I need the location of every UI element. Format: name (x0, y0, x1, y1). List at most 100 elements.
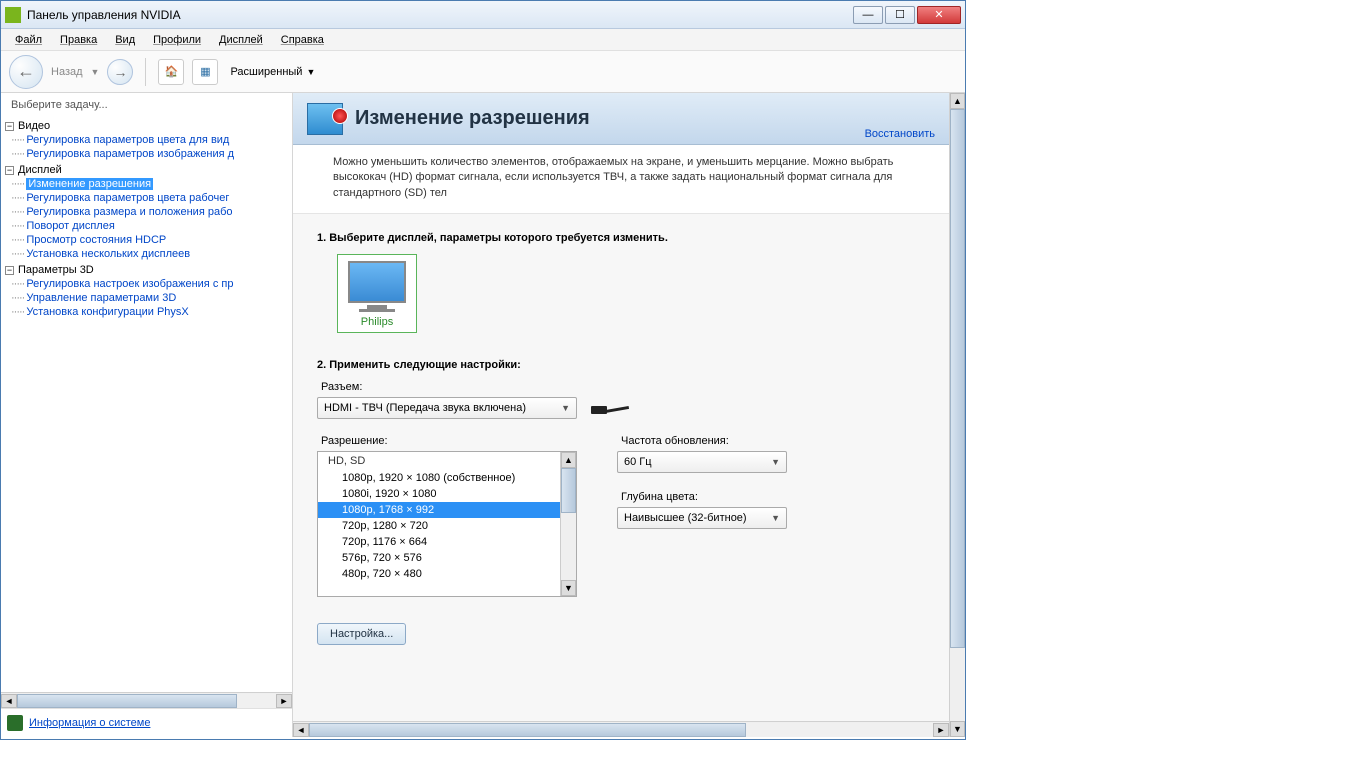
separator (145, 58, 146, 86)
maximize-button[interactable]: ☐ (885, 6, 915, 24)
chevron-down-icon: ▼ (561, 403, 570, 413)
system-info-icon (7, 715, 23, 731)
refresh-value: 60 Гц (624, 456, 652, 468)
home-icon: 🏠 (165, 65, 179, 78)
advanced-label: Расширенный (230, 66, 302, 78)
resolution-option[interactable]: 1080p, 1920 × 1080 (собственное) (318, 470, 560, 486)
scroll-track[interactable] (17, 694, 276, 708)
sidebar-horizontal-scrollbar[interactable]: ◄ ► (1, 692, 292, 708)
scroll-left-icon[interactable]: ◄ (1, 694, 17, 708)
resolution-option[interactable]: 1080i, 1920 × 1080 (318, 486, 560, 502)
refresh-dropdown[interactable]: 60 Гц ▼ (617, 451, 787, 473)
connector-label: Разъем: (321, 381, 929, 393)
menu-edit[interactable]: Правка (52, 32, 105, 48)
refresh-label: Частота обновления: (621, 435, 787, 447)
resolution-option-selected[interactable]: 1080p, 1768 × 992 (318, 502, 560, 518)
back-label: Назад (51, 66, 83, 78)
menu-profiles[interactable]: Профили (145, 32, 209, 48)
tree-item-change-resolution[interactable]: ·····Изменение разрешения (11, 177, 288, 191)
minimize-button[interactable]: — (853, 6, 883, 24)
scroll-track[interactable] (950, 109, 965, 721)
restore-link[interactable]: Восстановить (865, 128, 935, 140)
tree-item[interactable]: ·····Регулировка настроек изображения с … (11, 277, 288, 291)
collapse-icon: − (5, 266, 14, 275)
page-title: Изменение разрешения (355, 107, 590, 130)
tree-category-video[interactable]: − Видео (5, 119, 288, 133)
tree-item[interactable]: ·····Регулировка параметров цвета для ви… (11, 133, 288, 147)
main-panel: Изменение разрешения Восстановить Можно … (293, 93, 965, 737)
main-horizontal-scrollbar[interactable]: ◄ ► (293, 721, 949, 737)
settings-button[interactable]: Настройка... (317, 623, 406, 645)
grid-icon: ▦ (200, 65, 210, 78)
scroll-right-icon[interactable]: ► (933, 723, 949, 737)
main-vertical-scrollbar[interactable]: ▲ ▼ (949, 93, 965, 737)
close-button[interactable]: ✕ (917, 6, 961, 24)
connector-dropdown[interactable]: HDMI - ТВЧ (Передача звука включена) ▼ (317, 397, 577, 419)
sidebar: Выберите задачу... − Видео ·····Регулиро… (1, 93, 293, 737)
connector-value: HDMI - ТВЧ (Передача звука включена) (324, 402, 526, 414)
display-tile[interactable]: Philips (337, 254, 417, 333)
tree-item[interactable]: ·····Регулировка размера и положения раб… (11, 205, 288, 219)
menu-file[interactable]: Файл (7, 32, 50, 48)
scroll-down-icon[interactable]: ▼ (561, 580, 576, 596)
step2-label: 2. Применить следующие настройки: (317, 359, 929, 371)
resolution-group: HD, SD (318, 452, 560, 470)
category-label: Параметры 3D (18, 264, 94, 276)
menu-help[interactable]: Справка (273, 32, 332, 48)
app-window: Панель управления NVIDIA — ☐ ✕ Файл Прав… (0, 0, 966, 740)
scroll-track[interactable] (309, 723, 933, 737)
collapse-icon: − (5, 122, 14, 131)
nvidia-icon (5, 7, 21, 23)
resolution-option[interactable]: 720p, 1280 × 720 (318, 518, 560, 534)
resolution-option[interactable]: 480p, 720 × 480 (318, 566, 560, 582)
chevron-down-icon: ▼ (771, 457, 780, 467)
resolution-option[interactable]: 720p, 1176 × 664 (318, 534, 560, 550)
listbox-scrollbar[interactable]: ▲ ▼ (560, 452, 576, 596)
titlebar[interactable]: Панель управления NVIDIA — ☐ ✕ (1, 1, 965, 29)
step1-label: 1. Выберите дисплей, параметры которого … (317, 232, 929, 244)
tree-item[interactable]: ·····Просмотр состояния HDCP (11, 233, 288, 247)
task-tree: − Видео ·····Регулировка параметров цвет… (1, 117, 292, 692)
scroll-thumb[interactable] (309, 723, 746, 737)
scroll-thumb[interactable] (950, 109, 965, 648)
scroll-up-icon[interactable]: ▲ (950, 93, 965, 109)
tree-item[interactable]: ·····Регулировка параметров изображения … (11, 147, 288, 161)
back-dropdown-icon[interactable]: ▼ (91, 67, 100, 77)
tree-item[interactable]: ·····Регулировка параметров цвета рабоче… (11, 191, 288, 205)
tree-category-3d[interactable]: − Параметры 3D (5, 263, 288, 277)
tree-item[interactable]: ·····Поворот дисплея (11, 219, 288, 233)
tree-category-display[interactable]: − Дисплей (5, 163, 288, 177)
tree-item[interactable]: ·····Управление параметрами 3D (11, 291, 288, 305)
forward-button[interactable]: → (107, 59, 133, 85)
back-button[interactable]: ← (9, 55, 43, 89)
scroll-right-icon[interactable]: ► (276, 694, 292, 708)
colordepth-value: Наивысшее (32-битное) (624, 512, 747, 524)
category-label: Видео (18, 120, 50, 132)
scroll-left-icon[interactable]: ◄ (293, 723, 309, 737)
system-info-link[interactable]: Информация о системе (29, 717, 150, 729)
resolution-option[interactable]: 576p, 720 × 576 (318, 550, 560, 566)
scroll-track[interactable] (561, 468, 576, 580)
resolution-listbox[interactable]: HD, SD 1080p, 1920 × 1080 (собственное) … (317, 451, 577, 597)
scroll-up-icon[interactable]: ▲ (561, 452, 576, 468)
grid-button[interactable]: ▦ (192, 59, 218, 85)
scroll-thumb[interactable] (17, 694, 237, 708)
tree-item[interactable]: ·····Установка нескольких дисплеев (11, 247, 288, 261)
menubar: Файл Правка Вид Профили Дисплей Справка (1, 29, 965, 51)
resolution-icon (307, 103, 343, 135)
menu-display[interactable]: Дисплей (211, 32, 271, 48)
home-button[interactable]: 🏠 (158, 59, 184, 85)
scroll-down-icon[interactable]: ▼ (950, 721, 965, 737)
hdmi-cable-icon (591, 398, 629, 418)
window-title: Панель управления NVIDIA (27, 8, 853, 22)
chevron-down-icon: ▼ (771, 513, 780, 523)
colordepth-dropdown[interactable]: Наивысшее (32-битное) ▼ (617, 507, 787, 529)
chevron-down-icon: ▼ (306, 67, 315, 77)
monitor-icon (348, 261, 406, 303)
tree-item[interactable]: ·····Установка конфигурации PhysX (11, 305, 288, 319)
resolution-label: Разрешение: (321, 435, 577, 447)
advanced-dropdown[interactable]: Расширенный ▼ (226, 62, 319, 82)
scroll-thumb[interactable] (561, 468, 576, 513)
menu-view[interactable]: Вид (107, 32, 143, 48)
sidebar-footer: Информация о системе (1, 708, 292, 737)
